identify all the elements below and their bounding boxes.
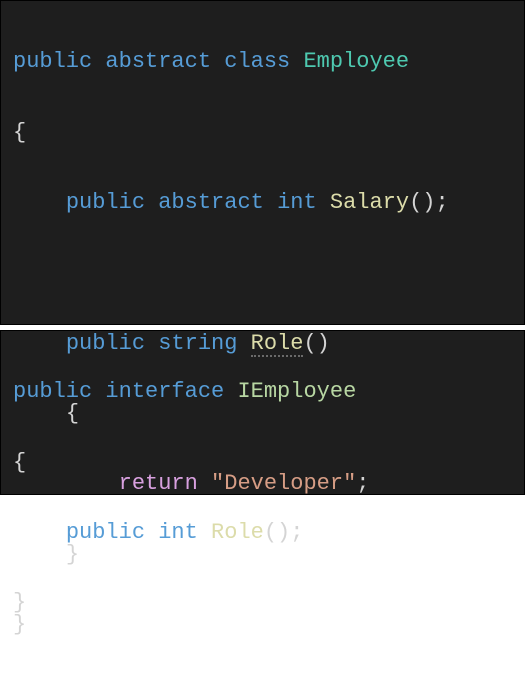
punctuation: (); <box>409 190 449 215</box>
method-name: Salary <box>330 190 409 215</box>
keyword: public <box>13 379 92 404</box>
keyword: public <box>13 49 92 74</box>
keyword: int <box>158 520 198 545</box>
code-line <box>13 255 512 290</box>
brace: { <box>13 120 26 145</box>
code-line: public int Role(); <box>13 515 512 550</box>
keyword: int <box>277 190 317 215</box>
code-line: } <box>13 585 512 620</box>
type-name: Employee <box>303 49 409 74</box>
keyword: class <box>224 49 290 74</box>
code-line: { <box>13 115 512 150</box>
keyword: public <box>66 190 145 215</box>
keyword: interface <box>105 379 224 404</box>
code-line: public interface IEmployee <box>13 374 512 409</box>
punctuation: (); <box>264 520 304 545</box>
keyword: abstract <box>105 49 211 74</box>
method-name: Role <box>251 333 304 357</box>
brace: } <box>13 590 26 615</box>
code-editor-pane-1[interactable]: public abstract class Employee { public … <box>0 0 525 325</box>
keyword: string <box>158 331 237 356</box>
keyword: public <box>66 520 145 545</box>
brace: { <box>13 450 26 475</box>
punctuation: () <box>303 331 329 356</box>
keyword: abstract <box>158 190 264 215</box>
code-line: public abstract int Salary(); <box>13 185 512 220</box>
keyword: public <box>66 331 145 356</box>
method-name: Role <box>211 520 264 545</box>
code-line: public string Role() <box>13 326 512 361</box>
code-line: { <box>13 445 512 480</box>
code-line: public abstract class Employee <box>13 44 512 79</box>
interface-name: IEmployee <box>237 379 356 404</box>
